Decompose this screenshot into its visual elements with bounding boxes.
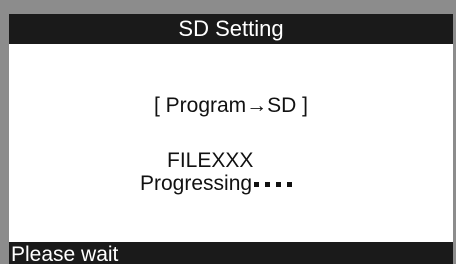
progress-dot — [265, 182, 271, 188]
lcd-screen: SD Setting [ Program→SD ] FILEXXX Progre… — [9, 14, 453, 264]
progress-dot — [254, 182, 260, 188]
status-message: Please wait — [11, 243, 119, 264]
title-bar: SD Setting — [9, 14, 453, 44]
progress-dot — [276, 182, 282, 188]
device-frame: SD Setting [ Program→SD ] FILEXXX Progre… — [0, 0, 456, 264]
operation-label: [ Program→SD ] — [153, 94, 309, 117]
status-bar: Please wait — [9, 242, 453, 264]
progress-dots-indicator — [254, 172, 298, 196]
file-name-label: FILEXXX — [167, 149, 254, 172]
progress-status: Progressing — [140, 172, 298, 196]
progress-dot — [287, 182, 293, 188]
progress-label: Progressing — [140, 172, 253, 195]
screen-title: SD Setting — [178, 16, 284, 41]
